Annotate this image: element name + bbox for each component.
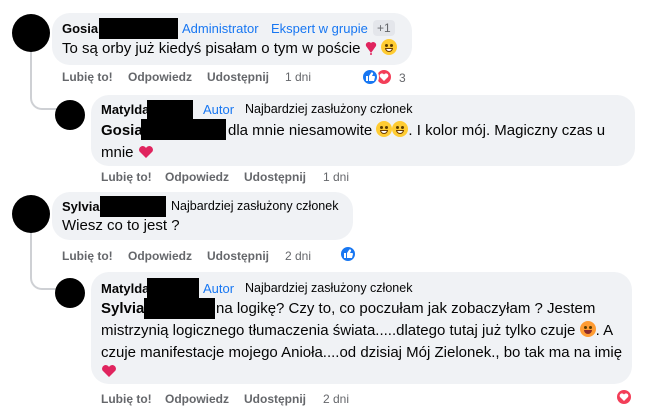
- grin-emoji: [380, 39, 397, 55]
- author-name[interactable]: Matylda: [101, 102, 149, 117]
- love-emoji: [579, 321, 596, 337]
- author-name[interactable]: Sylvia: [62, 199, 100, 214]
- member-badge[interactable]: Najbardziej zasłużony członek: [171, 199, 338, 213]
- grin-emoji: [392, 121, 409, 137]
- avatar[interactable]: [12, 195, 50, 233]
- author-name[interactable]: Gosia: [62, 21, 98, 36]
- redacted-name: [99, 18, 178, 39]
- comment-text-line-2: mistrzynią logicznego tłumaczenia świata…: [101, 321, 614, 339]
- like-icon[interactable]: [361, 68, 379, 86]
- timestamp[interactable]: 1 dni: [323, 170, 349, 184]
- reply-button[interactable]: Odpowiedz: [165, 392, 229, 406]
- like-button[interactable]: Lubię to!: [62, 70, 113, 84]
- redacted-name: [147, 100, 193, 121]
- heart-icon: [102, 365, 116, 377]
- redacted-name: [100, 196, 166, 217]
- grin-emoji: [376, 121, 393, 137]
- share-button[interactable]: Udostępnij: [244, 392, 306, 406]
- role-badge: Autor: [203, 281, 235, 296]
- badge-count[interactable]: +1: [373, 20, 395, 36]
- redacted-name: [144, 298, 215, 319]
- like-button[interactable]: Lubię to!: [62, 249, 113, 263]
- heart-icon: [138, 146, 153, 158]
- mention[interactable]: Sylvia: [101, 300, 144, 317]
- reply-button[interactable]: Odpowiedz: [165, 170, 229, 184]
- mention[interactable]: Gosia: [101, 122, 143, 139]
- comment-text-line-2: mnie: [101, 142, 154, 163]
- timestamp[interactable]: 2 dni: [323, 392, 349, 406]
- redacted-name: [147, 278, 199, 299]
- comment-text-line-1b: na logikę? Czy to, co poczułam jak zobac…: [216, 300, 596, 317]
- role-badge: Administrator: [182, 21, 259, 36]
- comment-text: To są orby już kiedyś pisałam o tym w po…: [62, 38, 397, 59]
- avatar[interactable]: [12, 14, 50, 52]
- share-button[interactable]: Udostępnij: [207, 70, 269, 84]
- comment-text-line-1: Sylvia: [101, 298, 144, 319]
- comment-text-line-1: Gosia: [101, 120, 143, 141]
- member-badge[interactable]: Najbardziej zasłużony członek: [245, 281, 412, 295]
- comment-text: Wiesz co to jest ?: [62, 217, 180, 234]
- expert-badge[interactable]: Ekspert w grupie: [271, 21, 368, 36]
- share-button[interactable]: Udostępnij: [244, 170, 306, 184]
- author-name[interactable]: Matylda: [101, 281, 149, 296]
- share-button[interactable]: Udostępnij: [207, 249, 269, 263]
- heart-exclamation-icon: [365, 42, 376, 55]
- heart-icon[interactable]: [615, 388, 633, 406]
- member-badge[interactable]: Najbardziej zasłużony członek: [245, 102, 412, 116]
- thread-line: [30, 228, 32, 275]
- like-icon[interactable]: [339, 245, 357, 263]
- avatar[interactable]: [55, 278, 85, 308]
- like-button[interactable]: Lubię to!: [101, 392, 152, 406]
- thread-connector: [30, 92, 60, 110]
- timestamp[interactable]: 1 dni: [285, 70, 311, 84]
- like-button[interactable]: Lubię to!: [101, 170, 152, 184]
- reply-button[interactable]: Odpowiedz: [128, 70, 192, 84]
- reply-button[interactable]: Odpowiedz: [128, 249, 192, 263]
- role-badge: Autor: [203, 102, 235, 117]
- redacted-name: [141, 119, 226, 140]
- reaction-count[interactable]: 3: [399, 71, 406, 85]
- comment-text-line-4: [101, 361, 117, 382]
- avatar[interactable]: [55, 100, 85, 130]
- timestamp[interactable]: 2 dni: [285, 249, 311, 263]
- comment-text-line-3: czuje manifestacje mojego Anioła....od d…: [101, 344, 623, 361]
- comment-text-line-1b: dla mnie niesamowite . I kolor mój. Magi…: [228, 121, 606, 139]
